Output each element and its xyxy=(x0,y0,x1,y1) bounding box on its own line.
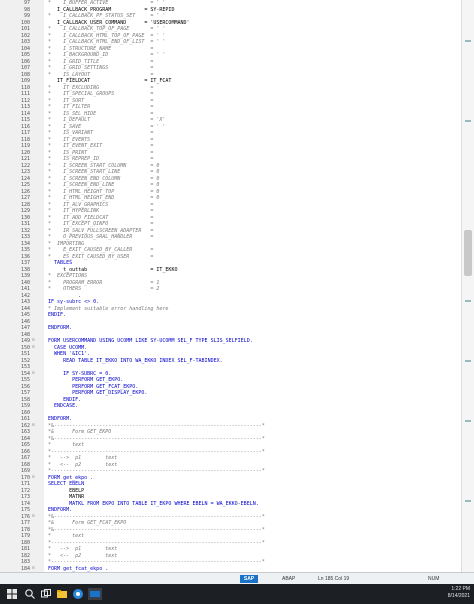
scrollbar-thumb[interactable] xyxy=(464,230,472,276)
system-tray-clock[interactable]: 1:22 PM 8/14/2021 xyxy=(448,586,470,600)
code-editor[interactable]: 97 * I_BUFFER_ACTIVE = ' ' 98 I_CALLBACK_… xyxy=(0,0,474,572)
scrollbar-marker xyxy=(465,360,471,362)
browser-icon[interactable] xyxy=(72,588,84,600)
sap-gui-taskbar-icon[interactable] xyxy=(88,588,102,600)
scrollbar-marker xyxy=(465,120,471,122)
vertical-scrollbar[interactable] xyxy=(461,0,474,572)
status-num-mode: NUM xyxy=(428,576,440,582)
windows-taskbar: 1:22 PM 8/14/2021 xyxy=(0,584,474,604)
search-icon[interactable] xyxy=(24,588,36,600)
file-explorer-icon[interactable] xyxy=(56,588,68,600)
scrollbar-marker xyxy=(465,420,471,422)
status-system: ABAP xyxy=(282,576,296,582)
scrollbar-marker xyxy=(465,500,471,502)
scrollbar-marker xyxy=(465,40,471,42)
status-cursor-position: Ln 185 Col 19 xyxy=(318,576,350,582)
sap-logo: SAP xyxy=(240,575,258,583)
scrollbar-marker xyxy=(465,300,471,302)
task-view-icon[interactable] xyxy=(40,588,52,600)
windows-start-icon[interactable] xyxy=(6,588,18,600)
